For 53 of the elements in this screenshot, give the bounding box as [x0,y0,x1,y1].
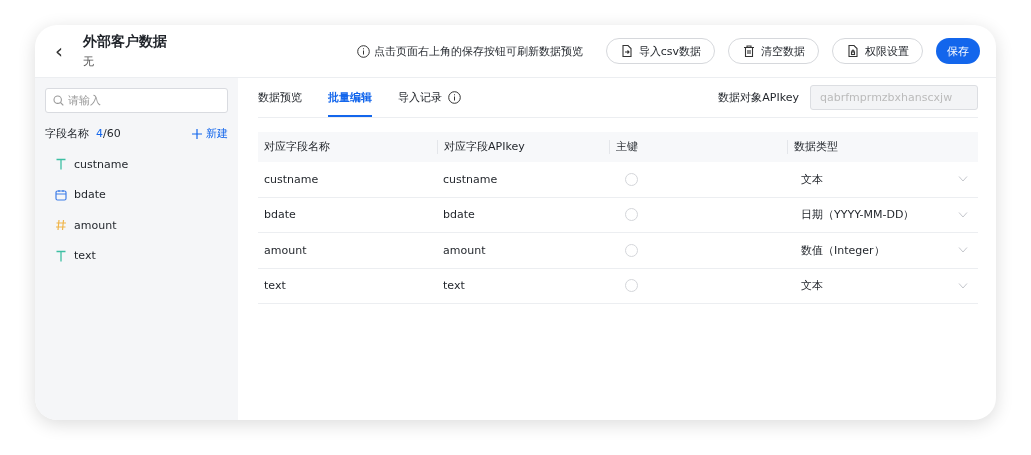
chevron-down-icon [958,176,968,183]
permission-settings-button[interactable]: 权限设置 [832,38,923,64]
trash-icon [742,44,756,58]
text-type-icon [55,249,67,262]
hint-text: 点击页面右上角的保存按钮可刷新数据预览 [373,43,583,59]
chevron-down-icon [958,282,968,289]
data-type-select[interactable]: 文本 [793,272,978,299]
apikey-field[interactable]: qabrfmprmzbxhanscxjw [810,85,978,110]
file-import-icon [619,44,634,58]
data-type-select[interactable]: 数值（Integer） [793,237,978,264]
field-count: 4 [96,127,103,140]
hash-icon [55,219,67,232]
table-cell-text: text [442,279,466,293]
table-cell-text: custname [442,172,499,186]
data-type-select[interactable]: 文本 [793,166,978,193]
import-csv-button[interactable]: 导入csv数据 [605,38,715,64]
save-button[interactable]: 保存 [936,38,980,64]
data-type-select[interactable]: 日期（YYYY-MM-DD） [793,201,978,228]
table-cell-text: bdate [442,208,476,222]
page-title: 外部客户数据 [83,33,167,51]
table-cell-text: bdate [263,208,297,222]
field-item[interactable]: text [74,249,96,263]
plus-icon [192,128,202,139]
calendar-icon [55,188,67,201]
tab[interactable]: 导入记录 [398,78,442,117]
column-header: 数据类型 [787,140,978,154]
text-type-icon [55,158,67,171]
field-item[interactable]: bdate [74,188,106,202]
tab[interactable]: 数据预览 [258,78,302,117]
chevron-down-icon [958,247,968,254]
tab[interactable]: 批量编辑 [328,78,372,117]
apikey-label: 数据对象APIkey [718,90,799,105]
file-lock-icon [846,44,860,58]
new-field-button[interactable]: 新建 [192,126,228,141]
column-header: 主键 [609,140,787,154]
page-subtitle: 无 [83,54,95,69]
search-field[interactable]: 请输入 [45,88,228,113]
info-icon [356,44,370,58]
fields-heading: 字段名称 [45,126,89,141]
table-cell-text: amount [263,243,308,257]
field-total: /60 [103,127,121,140]
search-icon [53,95,64,106]
table-cell-text: amount [442,243,487,257]
clear-data-button[interactable]: 清空数据 [728,38,819,64]
field-item[interactable]: amount [74,218,117,232]
column-header: 对应字段APIkey [437,140,609,154]
chevron-down-icon [958,211,968,218]
table-cell-text: custname [263,172,320,186]
info-icon [448,91,461,104]
back-button[interactable]: ‹ [49,41,69,61]
table-cell-text: text [263,279,287,293]
column-header: 对应字段名称 [263,140,331,154]
field-item[interactable]: custname [74,157,129,171]
